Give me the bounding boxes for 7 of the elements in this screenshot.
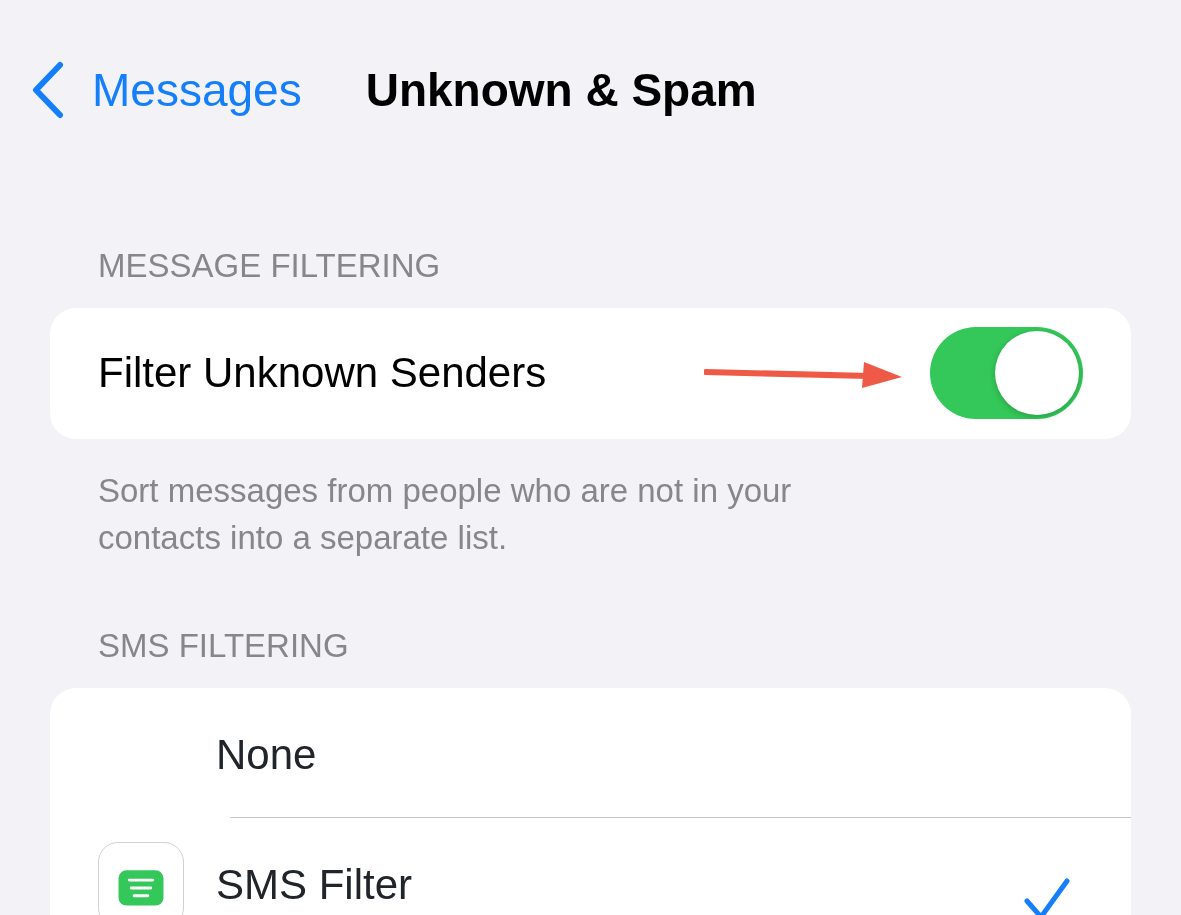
setting-label: Filter Unknown Senders xyxy=(98,347,547,398)
section-header: SMS FILTERING xyxy=(97,626,350,666)
section-header: MESSAGE FILTERING xyxy=(97,246,442,286)
back-icon[interactable] xyxy=(30,61,64,119)
option-row[interactable]: None xyxy=(50,687,1131,818)
section-footer: Sort messages from people who are not in your contacts into a separate list. xyxy=(0,438,1000,563)
option-row[interactable]: SMS Filter xyxy=(50,817,1131,915)
